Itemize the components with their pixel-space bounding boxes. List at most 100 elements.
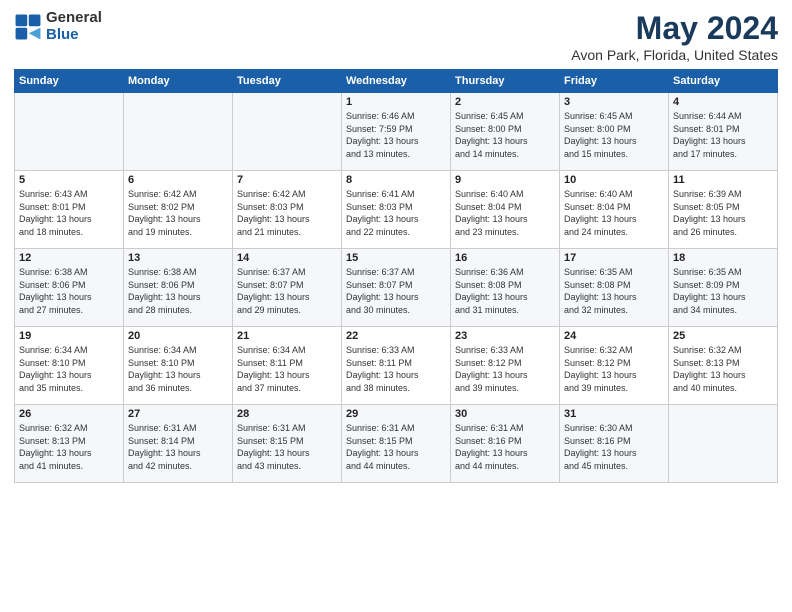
- calendar-cell: 17 Sunrise: 6:35 AM Sunset: 8:08 PM Dayli…: [560, 249, 669, 327]
- header-day-tuesday: Tuesday: [233, 70, 342, 93]
- cell-content: Sunrise: 6:44 AM Sunset: 8:01 PM Dayligh…: [673, 110, 773, 160]
- calendar-cell: 21 Sunrise: 6:34 AM Sunset: 8:11 PM Dayli…: [233, 327, 342, 405]
- cell-content: Sunrise: 6:37 AM Sunset: 8:07 PM Dayligh…: [346, 266, 446, 316]
- logo-blue: Blue: [46, 27, 102, 44]
- logo-general: General: [46, 10, 102, 27]
- logo: General Blue: [14, 10, 102, 43]
- calendar-cell: 26Sunrise: 6:32 AM Sunset: 8:13 PM Dayli…: [15, 405, 124, 483]
- day-number: 13: [128, 252, 228, 264]
- header: General Blue May 2024 Avon Park, Florida…: [14, 10, 778, 63]
- day-number: 29: [346, 408, 446, 420]
- day-number: 12: [19, 252, 119, 264]
- calendar-cell: [233, 93, 342, 171]
- calendar-cell: 11Sunrise: 6:39 AM Sunset: 8:05 PM Dayli…: [669, 171, 778, 249]
- calendar-cell: 23 Sunrise: 6:33 AM Sunset: 8:12 PM Dayli…: [451, 327, 560, 405]
- cell-content: Sunrise: 6:31 AM Sunset: 8:16 PM Dayligh…: [455, 422, 555, 472]
- cell-content: Sunrise: 6:38 AM Sunset: 8:06 PM Dayligh…: [19, 266, 119, 316]
- calendar-table: SundayMondayTuesdayWednesdayThursdayFrid…: [14, 69, 778, 483]
- calendar-cell: 16 Sunrise: 6:36 AM Sunset: 8:08 PM Dayli…: [451, 249, 560, 327]
- day-number: 26: [19, 408, 119, 420]
- day-number: 31: [564, 408, 664, 420]
- logo-text: General Blue: [46, 10, 102, 43]
- title-area: May 2024 Avon Park, Florida, United Stat…: [571, 10, 778, 63]
- calendar-cell: [15, 93, 124, 171]
- calendar-cell: 29 Sunrise: 6:31 AM Sunset: 8:15 PM Dayli…: [342, 405, 451, 483]
- cell-content: Sunrise: 6:32 AM Sunset: 8:12 PM Dayligh…: [564, 344, 664, 394]
- day-number: 30: [455, 408, 555, 420]
- day-number: 9: [455, 174, 555, 186]
- day-number: 6: [128, 174, 228, 186]
- day-number: 1: [346, 96, 446, 108]
- cell-content: Sunrise: 6:35 AM Sunset: 8:08 PM Dayligh…: [564, 266, 664, 316]
- day-number: 15: [346, 252, 446, 264]
- week-row-4: 19 Sunrise: 6:34 AM Sunset: 8:10 PM Dayli…: [15, 327, 778, 405]
- day-number: 7: [237, 174, 337, 186]
- week-row-3: 12 Sunrise: 6:38 AM Sunset: 8:06 PM Dayli…: [15, 249, 778, 327]
- header-day-friday: Friday: [560, 70, 669, 93]
- calendar-cell: 31 Sunrise: 6:30 AM Sunset: 8:16 PM Dayli…: [560, 405, 669, 483]
- week-row-2: 5 Sunrise: 6:43 AM Sunset: 8:01 PM Daylig…: [15, 171, 778, 249]
- calendar-cell: 20 Sunrise: 6:34 AM Sunset: 8:10 PM Dayli…: [124, 327, 233, 405]
- calendar-cell: 19 Sunrise: 6:34 AM Sunset: 8:10 PM Dayli…: [15, 327, 124, 405]
- calendar-cell: 22Sunrise: 6:33 AM Sunset: 8:11 PM Dayli…: [342, 327, 451, 405]
- header-day-wednesday: Wednesday: [342, 70, 451, 93]
- cell-content: Sunrise: 6:33 AM Sunset: 8:11 PM Dayligh…: [346, 344, 446, 394]
- day-number: 24: [564, 330, 664, 342]
- cell-content: Sunrise: 6:41 AM Sunset: 8:03 PM Dayligh…: [346, 188, 446, 238]
- cell-content: Sunrise: 6:34 AM Sunset: 8:11 PM Dayligh…: [237, 344, 337, 394]
- cell-content: Sunrise: 6:45 AM Sunset: 8:00 PM Dayligh…: [455, 110, 555, 160]
- header-day-thursday: Thursday: [451, 70, 560, 93]
- day-number: 18: [673, 252, 773, 264]
- calendar-cell: 25Sunrise: 6:32 AM Sunset: 8:13 PM Dayli…: [669, 327, 778, 405]
- header-day-monday: Monday: [124, 70, 233, 93]
- cell-content: Sunrise: 6:42 AM Sunset: 8:02 PM Dayligh…: [128, 188, 228, 238]
- header-row: SundayMondayTuesdayWednesdayThursdayFrid…: [15, 70, 778, 93]
- cell-content: Sunrise: 6:30 AM Sunset: 8:16 PM Dayligh…: [564, 422, 664, 472]
- cell-content: Sunrise: 6:31 AM Sunset: 8:15 PM Dayligh…: [237, 422, 337, 472]
- calendar-cell: 10 Sunrise: 6:40 AM Sunset: 8:04 PM Dayli…: [560, 171, 669, 249]
- calendar-cell: 28Sunrise: 6:31 AM Sunset: 8:15 PM Dayli…: [233, 405, 342, 483]
- calendar-cell: 3Sunrise: 6:45 AM Sunset: 8:00 PM Daylig…: [560, 93, 669, 171]
- day-number: 5: [19, 174, 119, 186]
- page: General Blue May 2024 Avon Park, Florida…: [0, 0, 792, 612]
- calendar-cell: 5 Sunrise: 6:43 AM Sunset: 8:01 PM Daylig…: [15, 171, 124, 249]
- day-number: 2: [455, 96, 555, 108]
- calendar-cell: 27Sunrise: 6:31 AM Sunset: 8:14 PM Dayli…: [124, 405, 233, 483]
- calendar-cell: 15 Sunrise: 6:37 AM Sunset: 8:07 PM Dayli…: [342, 249, 451, 327]
- subtitle: Avon Park, Florida, United States: [571, 47, 778, 63]
- cell-content: Sunrise: 6:31 AM Sunset: 8:15 PM Dayligh…: [346, 422, 446, 472]
- cell-content: Sunrise: 6:42 AM Sunset: 8:03 PM Dayligh…: [237, 188, 337, 238]
- calendar-cell: 7 Sunrise: 6:42 AM Sunset: 8:03 PM Daylig…: [233, 171, 342, 249]
- cell-content: Sunrise: 6:33 AM Sunset: 8:12 PM Dayligh…: [455, 344, 555, 394]
- cell-content: Sunrise: 6:34 AM Sunset: 8:10 PM Dayligh…: [128, 344, 228, 394]
- day-number: 23: [455, 330, 555, 342]
- day-number: 25: [673, 330, 773, 342]
- cell-content: Sunrise: 6:43 AM Sunset: 8:01 PM Dayligh…: [19, 188, 119, 238]
- cell-content: Sunrise: 6:38 AM Sunset: 8:06 PM Dayligh…: [128, 266, 228, 316]
- week-row-5: 26Sunrise: 6:32 AM Sunset: 8:13 PM Dayli…: [15, 405, 778, 483]
- calendar-cell: 18 Sunrise: 6:35 AM Sunset: 8:09 PM Dayli…: [669, 249, 778, 327]
- cell-content: Sunrise: 6:37 AM Sunset: 8:07 PM Dayligh…: [237, 266, 337, 316]
- cell-content: Sunrise: 6:34 AM Sunset: 8:10 PM Dayligh…: [19, 344, 119, 394]
- calendar-cell: 4 Sunrise: 6:44 AM Sunset: 8:01 PM Daylig…: [669, 93, 778, 171]
- calendar-cell: 1Sunrise: 6:46 AM Sunset: 7:59 PM Daylig…: [342, 93, 451, 171]
- header-day-sunday: Sunday: [15, 70, 124, 93]
- calendar-cell: 6 Sunrise: 6:42 AM Sunset: 8:02 PM Daylig…: [124, 171, 233, 249]
- calendar-cell: 24 Sunrise: 6:32 AM Sunset: 8:12 PM Dayli…: [560, 327, 669, 405]
- calendar-cell: 8 Sunrise: 6:41 AM Sunset: 8:03 PM Daylig…: [342, 171, 451, 249]
- cell-content: Sunrise: 6:36 AM Sunset: 8:08 PM Dayligh…: [455, 266, 555, 316]
- day-number: 8: [346, 174, 446, 186]
- cell-content: Sunrise: 6:39 AM Sunset: 8:05 PM Dayligh…: [673, 188, 773, 238]
- day-number: 27: [128, 408, 228, 420]
- calendar-cell: 30 Sunrise: 6:31 AM Sunset: 8:16 PM Dayli…: [451, 405, 560, 483]
- cell-content: Sunrise: 6:35 AM Sunset: 8:09 PM Dayligh…: [673, 266, 773, 316]
- day-number: 21: [237, 330, 337, 342]
- day-number: 10: [564, 174, 664, 186]
- cell-content: Sunrise: 6:40 AM Sunset: 8:04 PM Dayligh…: [564, 188, 664, 238]
- day-number: 20: [128, 330, 228, 342]
- day-number: 19: [19, 330, 119, 342]
- calendar-cell: 12 Sunrise: 6:38 AM Sunset: 8:06 PM Dayli…: [15, 249, 124, 327]
- day-number: 16: [455, 252, 555, 264]
- day-number: 4: [673, 96, 773, 108]
- day-number: 17: [564, 252, 664, 264]
